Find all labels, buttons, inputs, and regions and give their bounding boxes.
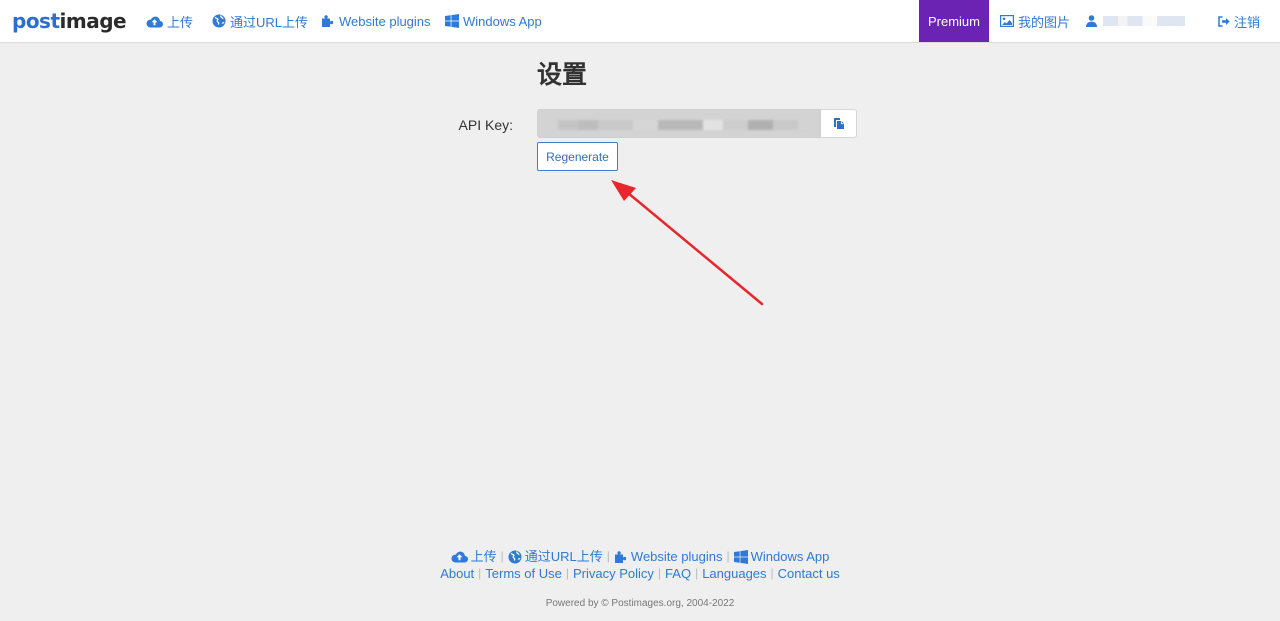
windows-icon — [445, 14, 459, 28]
puzzle-icon — [614, 550, 627, 563]
nav-upload[interactable]: 上传 — [146, 0, 193, 42]
separator: | — [726, 549, 730, 563]
api-key-label: API Key: — [458, 117, 513, 133]
nav-windows-app[interactable]: Windows App — [445, 0, 542, 42]
separator: | — [478, 566, 482, 580]
nav-my-images-label: 我的图片 — [1018, 14, 1071, 30]
powered-by-text: Powered by © Postimages.org, 2004-2022 — [545, 598, 735, 609]
cloud-upload-icon — [451, 551, 468, 563]
user-icon — [1086, 15, 1097, 27]
separator: | — [565, 566, 569, 580]
puzzle-icon — [322, 15, 334, 27]
windows-icon — [733, 549, 748, 564]
nav-user-account[interactable] — [1086, 0, 1185, 42]
premium-button[interactable]: Premium — [919, 0, 989, 42]
logo-text-post: post — [12, 9, 60, 33]
footer-upload-link[interactable]: 上传 — [451, 548, 497, 565]
footer-terms-link[interactable]: Terms of Use — [485, 565, 562, 582]
footer-nav-row: 上传 | 通过URL上传 | Website plugins | Windows… — [0, 547, 1280, 565]
footer-website-plugins-label: Website plugins — [630, 549, 723, 565]
footer-privacy-link[interactable]: Privacy Policy — [573, 565, 654, 582]
footer-windows-app-label: Windows App — [750, 549, 830, 565]
separator: | — [695, 566, 699, 580]
separator: | — [770, 566, 774, 580]
copy-icon — [833, 118, 844, 129]
copy-api-key-button[interactable] — [821, 109, 857, 138]
nav-windows-app-label: Windows App — [463, 13, 542, 29]
image-icon — [1000, 15, 1014, 27]
separator: | — [606, 549, 610, 563]
footer-faq-link[interactable]: FAQ — [665, 565, 691, 582]
username-redacted — [1103, 16, 1185, 26]
api-key-value-redacted — [558, 120, 808, 130]
footer-website-plugins-link[interactable]: Website plugins — [614, 548, 723, 565]
top-navbar: postimage 上传 通过URL上传 Website plugins Win… — [0, 0, 1280, 43]
nav-url-upload-label: 通过URL上传 — [230, 14, 309, 30]
globe-icon — [212, 14, 226, 28]
cloud-upload-icon — [146, 16, 163, 28]
regenerate-button[interactable]: Regenerate — [537, 142, 618, 171]
api-key-field[interactable] — [537, 109, 821, 138]
footer-windows-app-link[interactable]: Windows App — [733, 548, 830, 565]
nav-logout[interactable]: 注销 — [1218, 0, 1260, 42]
footer-languages-link[interactable]: Languages — [702, 565, 766, 582]
logo-text-image: image — [59, 9, 127, 33]
postimage-logo[interactable]: postimage — [12, 8, 127, 34]
nav-website-plugins[interactable]: Website plugins — [321, 0, 431, 42]
nav-my-images[interactable]: 我的图片 — [1000, 0, 1070, 42]
premium-label: Premium — [927, 13, 980, 29]
footer-upload-label: 上传 — [470, 549, 497, 565]
footer-url-upload-link[interactable]: 通过URL上传 — [508, 548, 603, 565]
nav-logout-label: 注销 — [1234, 14, 1261, 30]
sign-out-icon — [1218, 15, 1230, 27]
nav-url-upload[interactable]: 通过URL上传 — [212, 0, 308, 42]
globe-icon — [508, 550, 522, 564]
page-title: 设置 — [537, 61, 588, 89]
separator: | — [657, 566, 662, 580]
annotation-arrow — [611, 180, 764, 306]
footer-url-upload-label: 通过URL上传 — [524, 549, 603, 565]
footer-links-row: About | Terms of Use | Privacy Policy | FAQ | La… — [0, 564, 1280, 582]
footer-about-link[interactable]: About — [440, 565, 474, 582]
nav-website-plugins-label: Website plugins — [339, 13, 431, 29]
footer-contact-link[interactable]: Contact us — [778, 565, 840, 582]
separator: | — [500, 549, 504, 563]
nav-upload-label: 上传 — [167, 14, 194, 30]
